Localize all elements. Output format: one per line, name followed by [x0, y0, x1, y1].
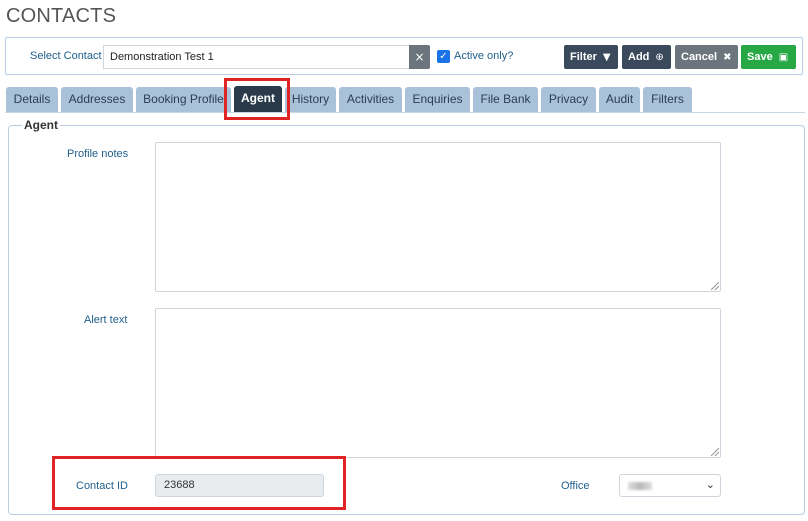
floppy-disk-icon: ▣: [778, 51, 789, 63]
close-icon: ×: [414, 50, 425, 64]
tab-details[interactable]: Details: [6, 87, 58, 112]
tabs-divider: [5, 112, 805, 113]
tab-audit[interactable]: Audit: [599, 87, 640, 112]
plus-circle-icon: ⊕: [655, 51, 664, 63]
office-select[interactable]: ⌄: [619, 474, 721, 497]
contact-select-input[interactable]: Demonstration Test 1: [103, 45, 409, 69]
agent-legend: Agent: [22, 118, 60, 132]
cancel-button[interactable]: Cancel ✖: [675, 45, 738, 69]
resize-handle-icon[interactable]: [711, 448, 719, 456]
contact-id-highlight: [52, 456, 346, 510]
add-button-label: Add: [628, 51, 650, 63]
clear-contact-button[interactable]: ×: [409, 45, 430, 69]
alert-text-textarea[interactable]: [155, 308, 721, 458]
office-selected-value-blurred: [628, 482, 652, 490]
profile-notes-textarea[interactable]: [155, 142, 721, 292]
tab-privacy[interactable]: Privacy: [541, 87, 596, 112]
filter-button[interactable]: Filter ▼: [564, 45, 618, 69]
tab-booking-profile[interactable]: Booking Profile: [136, 87, 231, 112]
close-icon: ✖: [723, 51, 732, 63]
save-button[interactable]: Save ▣: [741, 45, 796, 69]
profile-notes-label: Profile notes: [67, 148, 129, 160]
tab-filters[interactable]: Filters: [643, 87, 692, 112]
alert-text-label: Alert text: [84, 314, 128, 326]
tab-activities[interactable]: Activities: [339, 87, 402, 112]
save-button-label: Save: [747, 51, 773, 63]
active-only-label: Active only?: [454, 50, 514, 62]
tab-history[interactable]: History: [285, 87, 336, 112]
chevron-down-icon: ⌄: [705, 478, 715, 491]
resize-handle-icon[interactable]: [711, 282, 719, 290]
select-contact-label: Select Contact: [30, 50, 102, 62]
tab-addresses[interactable]: Addresses: [61, 87, 133, 112]
filter-icon: ▼: [602, 51, 611, 63]
filter-button-label: Filter: [570, 51, 597, 63]
agent-tab-highlight: [224, 78, 290, 120]
page-title: CONTACTS: [6, 5, 117, 27]
office-label: Office: [561, 480, 590, 492]
active-only-checkbox[interactable]: ✓: [437, 50, 450, 63]
tab-enquiries[interactable]: Enquiries: [405, 87, 470, 112]
tab-file-bank[interactable]: File Bank: [473, 87, 538, 112]
cancel-button-label: Cancel: [681, 51, 718, 63]
add-button[interactable]: Add ⊕: [622, 45, 671, 69]
